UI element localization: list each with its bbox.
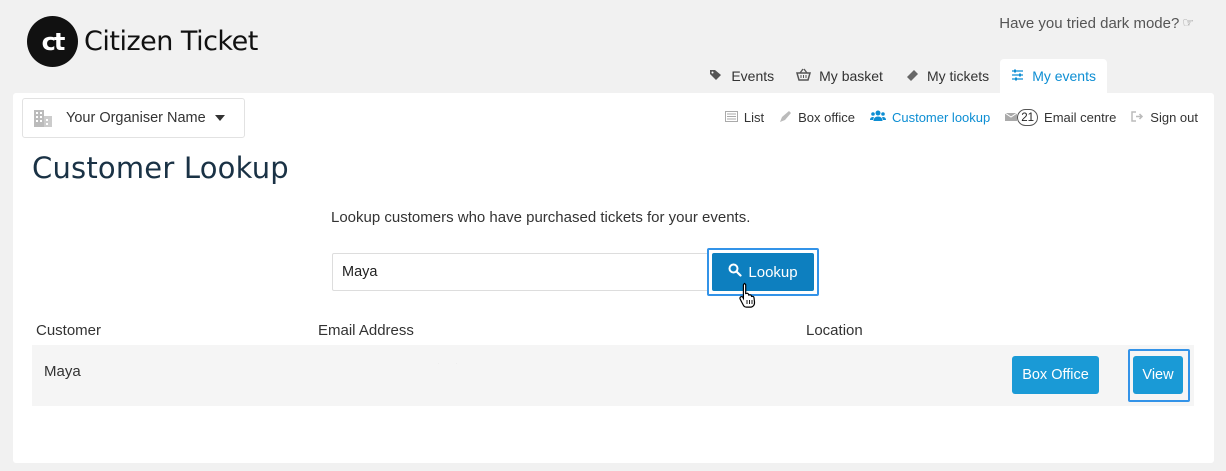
tags-icon [709,69,723,84]
column-header-email: Email Address [318,322,414,339]
dark-mode-prompt[interactable]: Have you tried dark mode? ☞ [999,15,1194,32]
nav-label: Email centre [1044,110,1117,125]
ticket-icon [905,69,919,84]
chevron-down-icon [214,115,225,121]
nav-label: Box office [798,110,855,125]
view-focus-ring: View [1128,349,1190,402]
lookup-label: Lookup [748,263,798,281]
pointing-hand-icon: ☞ [1182,15,1194,30]
main-panel: Your Organiser Name List Box office Cust… [13,93,1214,463]
search-input[interactable] [332,253,709,291]
tab-label: My basket [819,68,883,84]
nav-sign-out[interactable]: Sign out [1131,110,1198,125]
logo-mark: ct [27,16,78,67]
tab-my-basket[interactable]: My basket [785,59,894,93]
users-icon [869,110,886,125]
basket-icon [796,68,812,84]
top-tabs: Events My basket My tickets My events [698,59,1107,93]
tab-my-events[interactable]: My events [1000,59,1107,93]
sub-nav: List Box office Customer lookup 21 Email… [724,109,1198,126]
column-header-customer: Customer [36,322,102,339]
tab-label: My tickets [926,68,990,84]
tab-label: My events [1032,68,1096,84]
envelope-icon [1004,111,1018,125]
pencil-icon [779,110,792,126]
nav-box-office[interactable]: Box office [779,110,855,126]
nav-label: List [743,110,765,125]
brand-name: Citizen Ticket [84,26,258,57]
page-title: Customer Lookup [32,151,289,185]
sign-out-icon [1131,110,1144,125]
search-icon [728,263,742,281]
tab-label: Events [731,68,775,84]
building-icon [33,108,53,128]
hand-cursor-icon [738,282,758,313]
dark-mode-text: Have you tried dark mode? [999,15,1180,32]
view-button[interactable]: View [1133,356,1183,394]
lookup-focus-ring: Lookup [707,248,819,296]
nav-label: Sign out [1150,110,1198,125]
nav-label: Customer lookup [891,110,991,125]
nav-customer-lookup[interactable]: Customer lookup [869,110,991,125]
sliders-icon [1011,69,1024,84]
box-office-button[interactable]: Box Office [1012,356,1099,394]
tab-my-tickets[interactable]: My tickets [894,59,1000,93]
organiser-select[interactable]: Your Organiser Name [22,98,245,138]
nav-list[interactable]: List [724,110,765,125]
organiser-name: Your Organiser Name [66,110,206,126]
tab-events[interactable]: Events [698,59,785,93]
customer-name: Maya [44,363,81,380]
column-header-location: Location [806,322,863,339]
email-count-badge: 21 [1017,109,1039,126]
customer-email: · · [438,361,465,365]
brand-logo[interactable]: ct Citizen Ticket [27,16,258,67]
intro-text: Lookup customers who have purchased tick… [331,209,751,226]
lookup-button[interactable]: Lookup [712,253,814,291]
list-icon [724,110,738,125]
table-row: Maya · · Box Office View [32,345,1194,406]
nav-email-centre[interactable]: 21 Email centre [1004,109,1117,126]
